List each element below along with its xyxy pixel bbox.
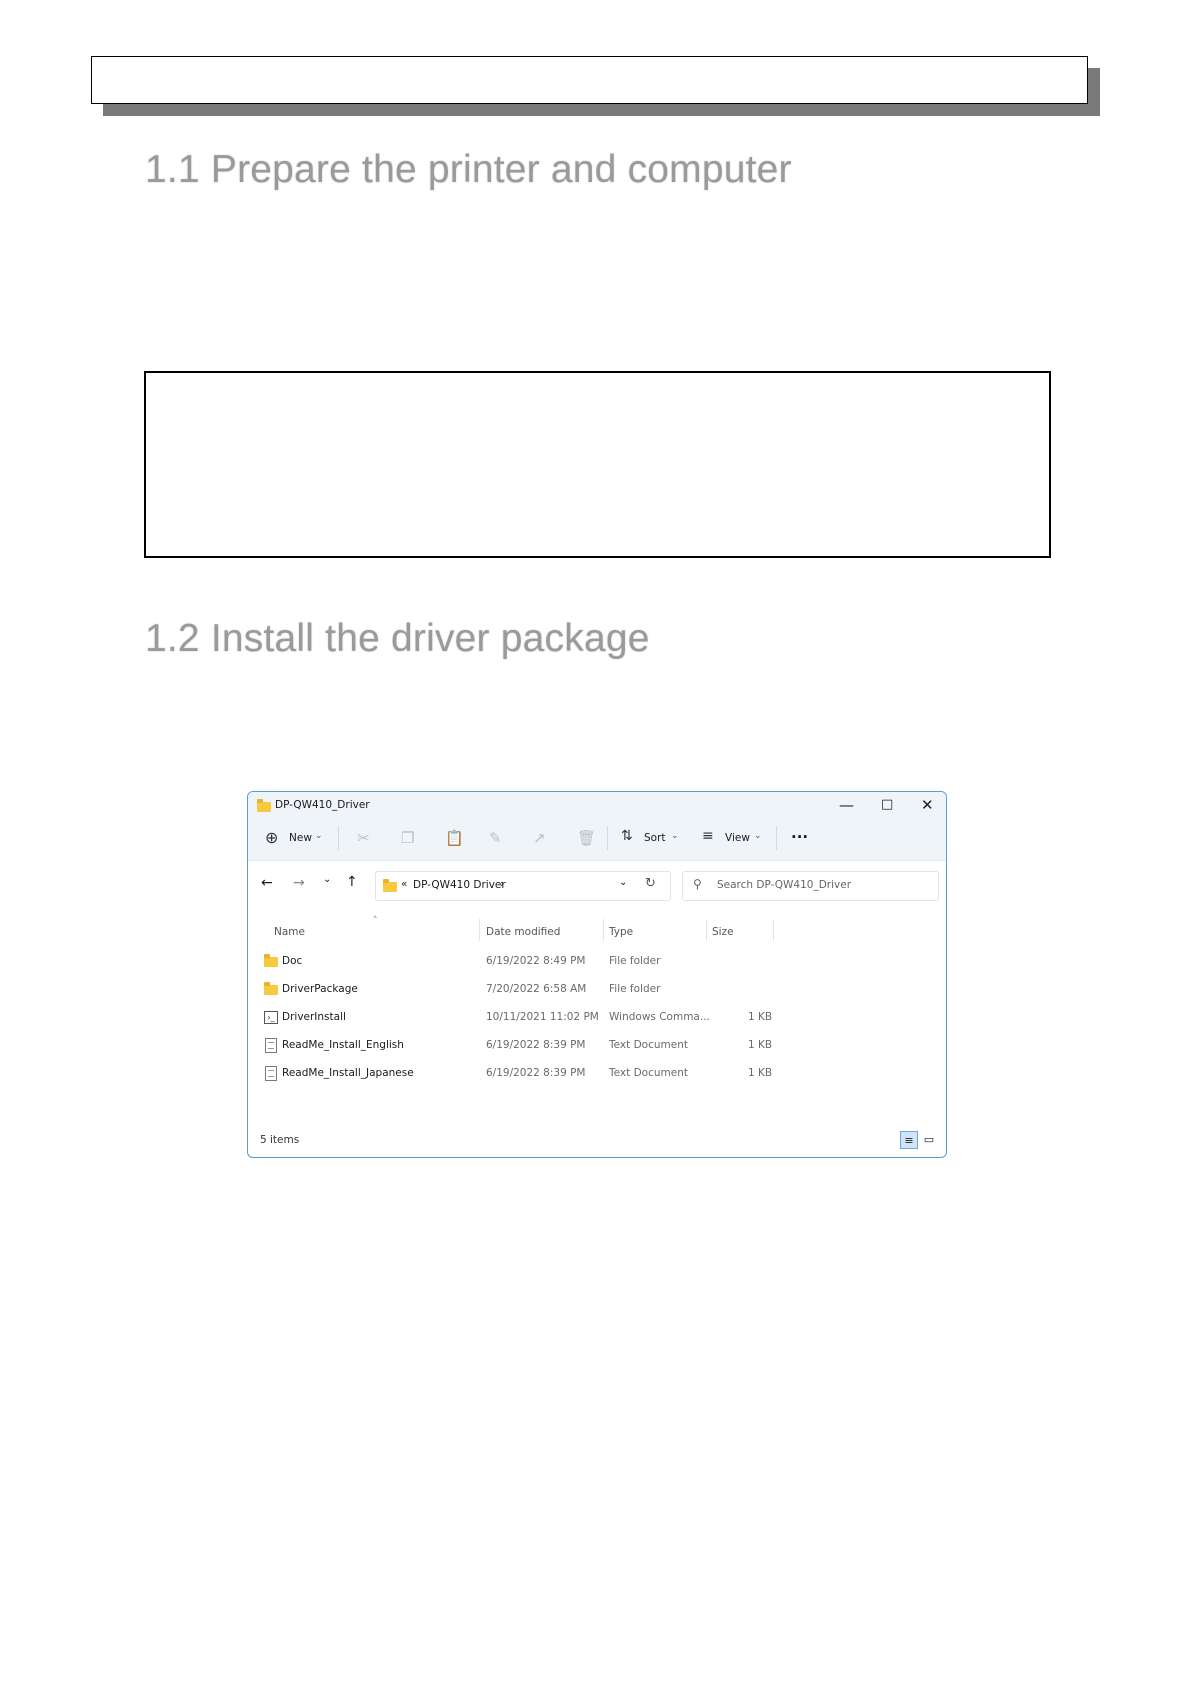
address-bar-row: ← → ⌄ ↑ « DP-QW410 Driver › ⌄ ↻ ⚲ Search… (248, 861, 946, 911)
window-title: DP-QW410_Driver (275, 799, 370, 811)
title-bar: DP-QW410_Driver — □ ✕ (248, 792, 946, 820)
maximize-icon[interactable]: □ (881, 797, 893, 812)
file-size: 1 KB (748, 1011, 773, 1023)
file-type: Text Document (609, 1039, 688, 1051)
text-document-icon (265, 1066, 277, 1081)
status-item-count: 5 items (260, 1134, 300, 1146)
file-type: File folder (609, 983, 661, 995)
column-header-name[interactable]: Name (274, 926, 305, 938)
large-icons-view-icon[interactable]: ▭ (920, 1131, 938, 1149)
file-name[interactable]: ReadMe_Install_Japanese (282, 1067, 414, 1079)
chevron-down-icon: ⌄ (754, 831, 762, 841)
details-view-icon[interactable]: ≡ (900, 1131, 918, 1149)
file-date: 6/19/2022 8:39 PM (486, 1039, 586, 1051)
file-size: 1 KB (748, 1067, 773, 1079)
delete-icon[interactable]: 🗑 (577, 829, 596, 847)
file-size: 1 KB (748, 1039, 773, 1051)
back-arrow-icon[interactable]: ← (261, 875, 273, 891)
folder-icon (264, 954, 278, 967)
column-divider[interactable] (603, 919, 604, 941)
file-type: File folder (609, 955, 661, 967)
file-row[interactable]: Doc 6/19/2022 8:49 PM File folder (248, 948, 946, 976)
note-box (144, 371, 1051, 558)
view-button[interactable]: View (725, 832, 750, 844)
file-explorer-window: DP-QW410_Driver — □ ✕ ⊕ New ⌄ ✂ ❐ 📋 ✎ ↗ … (247, 791, 947, 1158)
sort-ascending-icon: ˄ (373, 916, 378, 926)
file-date: 6/19/2022 8:49 PM (486, 955, 586, 967)
column-header-size[interactable]: Size (712, 926, 734, 938)
column-header-date-modified[interactable]: Date modified (486, 926, 560, 938)
file-date: 10/11/2021 11:02 PM (486, 1011, 599, 1023)
folder-icon (257, 799, 271, 812)
new-button[interactable]: New (289, 832, 312, 844)
command-script-icon: ›_ (264, 1011, 278, 1024)
file-type: Text Document (609, 1067, 688, 1079)
refresh-icon[interactable]: ↻ (645, 876, 656, 891)
minimize-icon[interactable]: — (839, 796, 854, 814)
sort-button[interactable]: Sort (644, 832, 666, 844)
chevron-down-icon: ⌄ (315, 831, 323, 841)
sort-icon: ⇅ (621, 828, 633, 844)
address-field[interactable]: « DP-QW410 Driver › ⌄ ↻ (375, 871, 671, 901)
cut-icon[interactable]: ✂ (357, 829, 370, 847)
address-dropdown-icon[interactable]: ⌄ (619, 877, 627, 888)
file-name[interactable]: DriverInstall (282, 1011, 346, 1023)
header-box (91, 56, 1088, 104)
folder-icon (264, 982, 278, 995)
search-placeholder: Search DP-QW410_Driver (717, 879, 852, 891)
file-row[interactable]: ReadMe_Install_Japanese 6/19/2022 8:39 P… (248, 1060, 946, 1088)
section-heading-1-2: 1.2 Install the driver package (145, 617, 650, 660)
search-input[interactable]: ⚲ Search DP-QW410_Driver (682, 871, 939, 901)
breadcrumb-item[interactable]: DP-QW410 Driver (413, 879, 506, 891)
forward-arrow-icon[interactable]: → (293, 875, 305, 891)
search-icon: ⚲ (693, 877, 702, 891)
file-name[interactable]: Doc (282, 955, 302, 967)
command-bar: ⊕ New ⌄ ✂ ❐ 📋 ✎ ↗ 🗑 ⇅ Sort ⌄ ≡ View ⌄ ··… (248, 820, 946, 861)
more-options-button[interactable]: ··· (791, 828, 808, 846)
recent-locations-icon[interactable]: ⌄ (323, 874, 331, 885)
file-name[interactable]: DriverPackage (282, 983, 358, 995)
section-heading-1-1: 1.1 Prepare the printer and computer (145, 148, 792, 191)
file-date: 7/20/2022 6:58 AM (486, 983, 587, 995)
column-divider[interactable] (479, 919, 480, 941)
copy-icon[interactable]: ❐ (401, 829, 414, 847)
toolbar-separator (607, 826, 608, 850)
toolbar-separator (776, 826, 777, 850)
file-row[interactable]: ReadMe_Install_English 6/19/2022 8:39 PM… (248, 1032, 946, 1060)
folder-icon (383, 879, 397, 892)
rename-icon[interactable]: ✎ (489, 829, 502, 847)
file-name[interactable]: ReadMe_Install_English (282, 1039, 404, 1051)
file-type: Windows Comma... (609, 1011, 710, 1023)
chevron-down-icon: ⌄ (671, 831, 679, 841)
breadcrumb-overflow[interactable]: « (401, 878, 407, 890)
text-document-icon (265, 1038, 277, 1053)
toolbar-separator (338, 826, 339, 850)
paste-icon[interactable]: 📋 (445, 829, 464, 847)
view-icon: ≡ (702, 828, 714, 844)
file-row[interactable]: ›_ DriverInstall 10/11/2021 11:02 PM Win… (248, 1004, 946, 1032)
breadcrumb-chevron-icon[interactable]: › (500, 878, 504, 890)
share-icon[interactable]: ↗ (533, 829, 546, 847)
file-date: 6/19/2022 8:39 PM (486, 1067, 586, 1079)
plus-circle-icon: ⊕ (265, 828, 279, 847)
close-icon[interactable]: ✕ (921, 796, 934, 814)
file-row[interactable]: DriverPackage 7/20/2022 6:58 AM File fol… (248, 976, 946, 1004)
up-arrow-icon[interactable]: ↑ (346, 874, 358, 890)
column-header-type[interactable]: Type (609, 926, 633, 938)
column-divider[interactable] (706, 919, 707, 941)
column-divider[interactable] (773, 919, 774, 941)
